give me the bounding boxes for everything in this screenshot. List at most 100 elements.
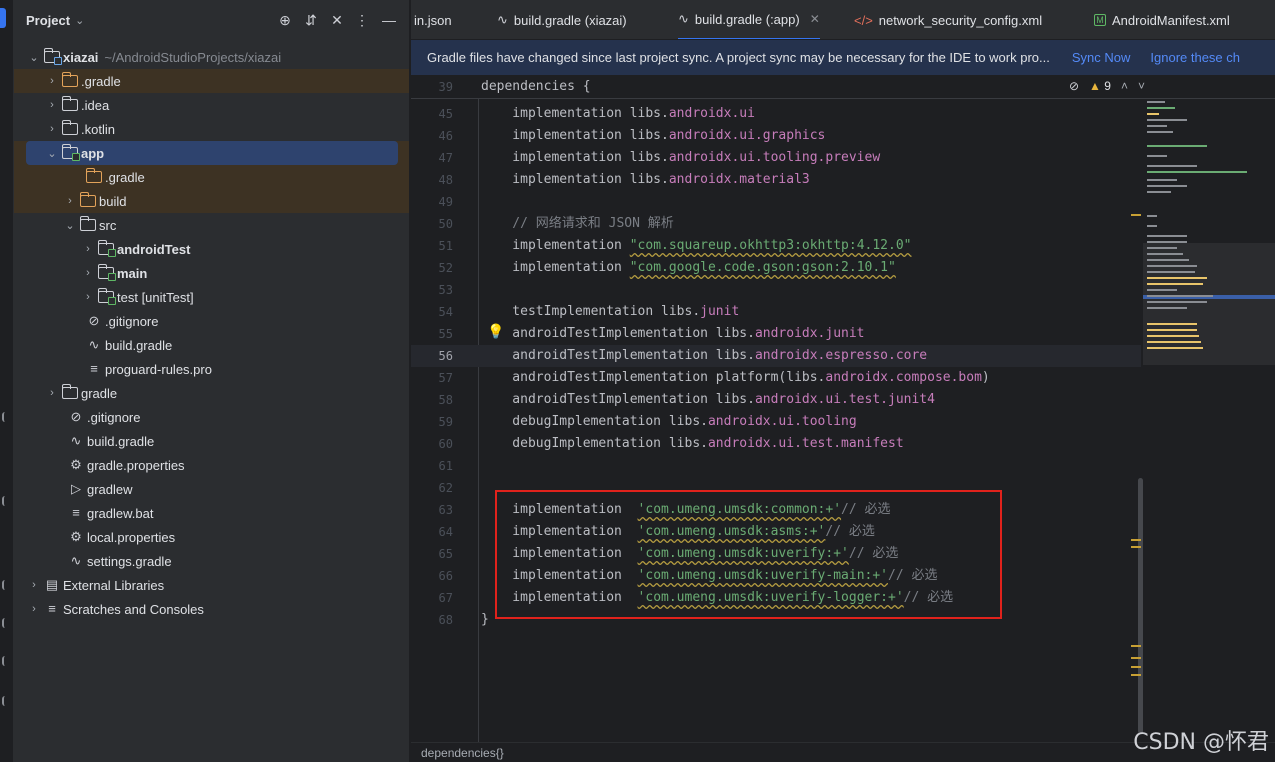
chevron-right-icon[interactable]: › bbox=[62, 195, 78, 207]
close-icon[interactable]: ✕ bbox=[810, 12, 820, 26]
code-line[interactable]: // 网络请求和 JSON 解析 bbox=[481, 213, 673, 235]
code-line[interactable]: debugImplementation libs.androidx.ui.tes… bbox=[481, 433, 903, 455]
tree-item-src[interactable]: ⌄ src bbox=[14, 213, 409, 237]
gradle-icon: ∿ bbox=[70, 553, 82, 568]
code-line[interactable]: implementation libs.androidx.ui bbox=[481, 103, 755, 125]
locate-icon[interactable]: ⊕ bbox=[276, 11, 294, 29]
tree-item-gradle-properties[interactable]: ⚙ gradle.properties bbox=[14, 453, 409, 477]
chevron-right-icon[interactable]: › bbox=[44, 123, 60, 135]
minimap[interactable] bbox=[1143, 75, 1275, 742]
tree-item-gitignore[interactable]: ⊘ .gitignore bbox=[14, 405, 409, 429]
chevron-down-icon[interactable]: ⌄ bbox=[75, 14, 84, 27]
code-line[interactable]: debugImplementation libs.androidx.ui.too… bbox=[481, 411, 856, 433]
tool-icon[interactable] bbox=[2, 696, 8, 706]
tree-item-local-properties[interactable]: ⚙ local.properties bbox=[14, 525, 409, 549]
sticky-code-line: dependencies { bbox=[481, 79, 591, 94]
project-view-title[interactable]: Project bbox=[26, 13, 70, 28]
code-line[interactable]: testImplementation libs.junit bbox=[481, 301, 739, 323]
warning-stripe[interactable] bbox=[1131, 539, 1141, 541]
inspection-widget[interactable]: ⊘ ▲ 9 ˄ ˅ bbox=[1069, 79, 1145, 93]
chevron-right-icon[interactable]: › bbox=[80, 291, 96, 303]
code-line[interactable]: implementation libs.androidx.ui.tooling.… bbox=[481, 147, 880, 169]
tree-item-main[interactable]: › main bbox=[14, 261, 409, 285]
code-line[interactable]: implementation "com.squareup.okhttp3:okh… bbox=[481, 235, 911, 257]
tree-item-proguard[interactable]: ≡ proguard-rules.pro bbox=[14, 357, 409, 381]
expand-all-icon[interactable]: ⇵ bbox=[302, 11, 320, 29]
warning-stripe[interactable] bbox=[1131, 214, 1141, 216]
chevron-right-icon[interactable]: › bbox=[80, 267, 96, 279]
next-highlight-icon[interactable]: ˅ bbox=[1138, 79, 1145, 93]
tree-item-kotlin[interactable]: › .kotlin bbox=[14, 117, 409, 141]
tab-network-security-config[interactable]: </> network_security_config.xml bbox=[854, 0, 1042, 39]
chevron-right-icon[interactable]: › bbox=[26, 603, 42, 615]
tree-item-scratches[interactable]: › ≡ Scratches and Consoles bbox=[14, 597, 409, 621]
chevron-down-icon[interactable]: ⌄ bbox=[44, 147, 60, 160]
code-line[interactable]: implementation "com.google.code.gson:gso… bbox=[481, 257, 896, 279]
code-editor[interactable]: 39 dependencies { ⊘ ▲ 9 ˄ ˅ 45 implement… bbox=[411, 75, 1275, 742]
code-line[interactable]: implementation libs.androidx.material3 bbox=[481, 169, 809, 191]
chevron-right-icon[interactable]: › bbox=[44, 387, 60, 399]
chevron-right-icon[interactable]: › bbox=[26, 579, 42, 591]
tree-item-build-gradle[interactable]: ∿ build.gradle bbox=[14, 429, 409, 453]
tree-item-androidtest[interactable]: › androidTest bbox=[14, 237, 409, 261]
tab-build-gradle-xiazai[interactable]: ∿ build.gradle (xiazai) bbox=[497, 0, 627, 39]
tree-item-gradle-dir[interactable]: › gradle bbox=[14, 381, 409, 405]
tool-icon[interactable] bbox=[2, 412, 8, 422]
tree-item-build[interactable]: › build bbox=[14, 189, 409, 213]
code-line[interactable]: androidTestImplementation platform(libs.… bbox=[481, 367, 989, 389]
tree-item-app[interactable]: ⌄ app bbox=[26, 141, 398, 165]
tree-item-gradle-root[interactable]: › .gradle bbox=[14, 69, 409, 93]
ignore-changes-link[interactable]: Ignore these ch bbox=[1150, 50, 1240, 65]
tool-icon[interactable] bbox=[2, 580, 8, 590]
tool-icon[interactable] bbox=[2, 496, 8, 506]
line-number: 45 bbox=[438, 107, 453, 121]
hide-panel-icon[interactable]: — bbox=[380, 11, 398, 29]
tree-item-xiazai[interactable]: ⌄ xiazai ~/AndroidStudioProjects/xiazai bbox=[14, 45, 409, 69]
tree-item-idea[interactable]: › .idea bbox=[14, 93, 409, 117]
chevron-down-icon[interactable]: ⌄ bbox=[62, 219, 78, 232]
tree-item-app-build-gradle[interactable]: ∿ build.gradle bbox=[14, 333, 409, 357]
previous-highlight-icon[interactable]: ˄ bbox=[1121, 79, 1128, 93]
warning-stripe[interactable] bbox=[1131, 645, 1141, 647]
tool-icon[interactable] bbox=[2, 618, 8, 628]
ignore-file-icon: ⊘ bbox=[70, 409, 82, 424]
tree-item-test[interactable]: › test [unitTest] bbox=[14, 285, 409, 309]
tree-item-app-gitignore[interactable]: ⊘ .gitignore bbox=[14, 309, 409, 333]
warning-stripe[interactable] bbox=[1131, 657, 1141, 659]
tab-label: build.gradle (:app) bbox=[694, 11, 800, 27]
code-line[interactable]: androidTestImplementation libs.androidx.… bbox=[481, 389, 935, 411]
warning-indicator[interactable]: ▲ 9 bbox=[1089, 79, 1111, 93]
tree-item-label: test [unitTest] bbox=[117, 289, 194, 305]
tree-item-app-gradle[interactable]: .gradle bbox=[14, 165, 409, 189]
tree-item-settings-gradle[interactable]: ∿ settings.gradle bbox=[14, 549, 409, 573]
vertical-scrollbar[interactable] bbox=[1138, 478, 1143, 734]
lightbulb-icon[interactable]: 💡 bbox=[487, 322, 504, 340]
code-line[interactable]: } bbox=[481, 609, 489, 631]
warning-stripe[interactable] bbox=[1131, 546, 1141, 548]
reader-mode-icon[interactable]: ⊘ bbox=[1069, 79, 1079, 93]
tab-in-json[interactable]: in.json bbox=[414, 0, 452, 39]
chevron-right-icon[interactable]: › bbox=[80, 243, 96, 255]
sticky-scope-header[interactable]: 39 dependencies { bbox=[411, 75, 1275, 99]
code-line[interactable]: androidTestImplementation libs.androidx.… bbox=[481, 323, 864, 345]
tree-item-gradlew-bat[interactable]: ≡ gradlew.bat bbox=[14, 501, 409, 525]
collapse-all-icon[interactable]: ✕ bbox=[328, 11, 346, 29]
options-icon[interactable]: ⋮ bbox=[353, 11, 371, 29]
project-panel-header: Project ⌄ ⊕ ⇵ ✕ ⋮ — bbox=[14, 0, 409, 40]
tree-item-external-libraries[interactable]: › ▤ External Libraries bbox=[14, 573, 409, 597]
tree-item-gradlew[interactable]: ▷ gradlew bbox=[14, 477, 409, 501]
code-line[interactable]: implementation libs.androidx.ui.graphics bbox=[481, 125, 825, 147]
active-tool-marker[interactable] bbox=[0, 8, 6, 28]
tab-build-gradle-app[interactable]: ∿ build.gradle (:app) ✕ bbox=[678, 0, 820, 39]
warning-stripe[interactable] bbox=[1131, 666, 1141, 668]
sync-now-link[interactable]: Sync Now bbox=[1072, 50, 1131, 65]
minimap-line bbox=[1147, 329, 1197, 331]
warning-stripe[interactable] bbox=[1131, 674, 1141, 676]
tab-android-manifest[interactable]: M AndroidManifest.xml bbox=[1094, 0, 1230, 39]
chevron-right-icon[interactable]: › bbox=[44, 75, 60, 87]
chevron-down-icon[interactable]: ⌄ bbox=[26, 51, 42, 64]
code-line[interactable]: androidTestImplementation libs.androidx.… bbox=[481, 345, 927, 367]
tool-icon[interactable] bbox=[2, 656, 8, 666]
chevron-right-icon[interactable]: › bbox=[44, 99, 60, 111]
minimap-line bbox=[1147, 253, 1183, 255]
